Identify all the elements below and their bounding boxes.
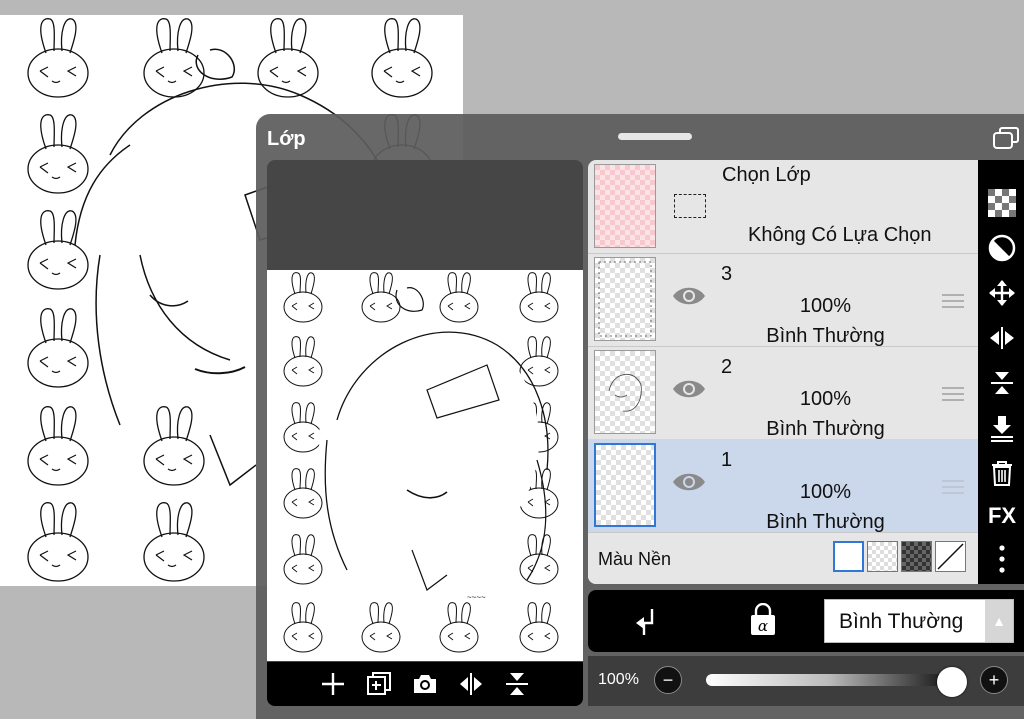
window-toggle-icon[interactable]	[992, 126, 1020, 150]
clipping-button[interactable]	[987, 233, 1017, 263]
background-white-swatch[interactable]	[833, 541, 864, 572]
blend-mode-bar: α Bình Thường ▲	[588, 590, 1024, 652]
layer-row-1[interactable]: 1 100% Bình Thường	[588, 439, 978, 533]
camera-icon	[414, 675, 436, 693]
contrast-icon	[988, 234, 1016, 262]
plus-icon	[322, 673, 344, 695]
visibility-eye-icon[interactable]	[672, 471, 706, 493]
layer-thumbnail	[594, 350, 656, 434]
visibility-eye-icon[interactable]	[672, 285, 706, 307]
flip-layer-horizontal-button[interactable]	[987, 323, 1017, 353]
layer-preview: ~~~~	[267, 160, 583, 706]
layer-row-3[interactable]: 3 100% Bình Thường	[588, 253, 978, 347]
reorder-handle-icon[interactable]	[942, 479, 964, 495]
selection-layer-status: Không Có Lựa Chọn	[748, 224, 932, 246]
flip-vertical-button[interactable]	[501, 668, 533, 700]
move-arrows-icon	[989, 280, 1015, 306]
triangle-up-icon: ▲	[985, 600, 1013, 642]
background-color-row: Màu Nền	[588, 535, 978, 584]
visibility-eye-icon[interactable]	[672, 378, 706, 400]
import-photo-button[interactable]	[409, 668, 441, 700]
layer-row-2[interactable]: 2 100% Bình Thường	[588, 346, 978, 440]
layer-opacity: 100%	[799, 481, 852, 503]
blend-mode-select[interactable]: Bình Thường ▲	[824, 599, 1014, 643]
layer-opacity: 100%	[799, 388, 852, 410]
flip-horizontal-icon	[990, 327, 1014, 349]
panel-title: Lớp	[267, 128, 306, 150]
opacity-slider-knob[interactable]	[937, 667, 967, 697]
add-layer-button[interactable]	[317, 668, 349, 700]
layer-thumbnail	[594, 257, 656, 341]
layer-name: 3	[721, 263, 733, 285]
delete-layer-button[interactable]	[987, 458, 1017, 488]
merge-down-button[interactable]	[987, 413, 1017, 443]
more-vertical-icon	[999, 545, 1005, 573]
opacity-bar: 100% − +	[588, 656, 1024, 706]
background-none-swatch[interactable]	[935, 541, 966, 572]
alpha-lock-icon[interactable]: α	[748, 603, 778, 637]
background-color-label: Màu Nền	[598, 549, 672, 569]
layer-panel: Lớp ~~~~ Chọn Lớp Không Có Lựa Chọn 3 10…	[256, 114, 1024, 719]
duplicate-layer-button[interactable]	[363, 668, 395, 700]
panel-drag-handle[interactable]	[618, 133, 692, 140]
transparency-button[interactable]	[987, 188, 1017, 218]
background-transparent-light-swatch[interactable]	[867, 541, 898, 572]
layer-list: Chọn Lớp Không Có Lựa Chọn 3 100% Bình T…	[588, 160, 978, 584]
flip-vertical-icon	[991, 372, 1013, 394]
blend-mode-value: Bình Thường	[839, 610, 964, 633]
reorder-handle-icon[interactable]	[942, 293, 964, 309]
merge-down-icon	[991, 416, 1013, 442]
preview-image: ~~~~	[267, 270, 583, 661]
flip-horizontal-icon	[460, 673, 482, 695]
filter-fx-button[interactable]: FX	[987, 501, 1017, 531]
flip-vertical-icon	[506, 673, 528, 695]
selection-marquee-icon	[674, 194, 706, 218]
svg-text:~~~~: ~~~~	[467, 593, 486, 602]
layer-blend-mode: Bình Thường	[766, 325, 885, 347]
selection-layer-thumbnail	[594, 164, 656, 248]
selection-layer-row[interactable]: Chọn Lớp Không Có Lựa Chọn	[588, 160, 978, 254]
layer-blend-mode: Bình Thường	[766, 511, 885, 533]
preview-toolbar	[267, 662, 583, 706]
duplicate-icon	[367, 672, 391, 695]
flip-layer-vertical-button[interactable]	[987, 368, 1017, 398]
layer-name: 2	[721, 356, 733, 378]
checkerboard-icon	[988, 189, 1016, 217]
opacity-increase-button[interactable]: +	[980, 666, 1008, 694]
svg-text:α: α	[758, 617, 768, 635]
background-transparent-dark-swatch[interactable]	[901, 541, 932, 572]
layer-blend-mode: Bình Thường	[766, 418, 885, 440]
trash-icon	[992, 461, 1012, 486]
flip-horizontal-button[interactable]	[455, 668, 487, 700]
layer-name: 1	[721, 449, 733, 471]
opacity-slider-track[interactable]	[706, 674, 952, 686]
opacity-decrease-button[interactable]: −	[654, 666, 682, 694]
opacity-value-label: 100%	[598, 671, 639, 688]
move-layer-button[interactable]	[987, 278, 1017, 308]
layer-opacity: 100%	[799, 295, 852, 317]
reorder-handle-icon[interactable]	[942, 386, 964, 402]
layer-side-toolbar: FX	[978, 160, 1024, 584]
layer-thumbnail	[594, 443, 656, 527]
selection-layer-name: Chọn Lớp	[722, 164, 811, 186]
more-options-button[interactable]	[987, 544, 1017, 574]
clip-arrow-icon[interactable]	[632, 607, 660, 637]
